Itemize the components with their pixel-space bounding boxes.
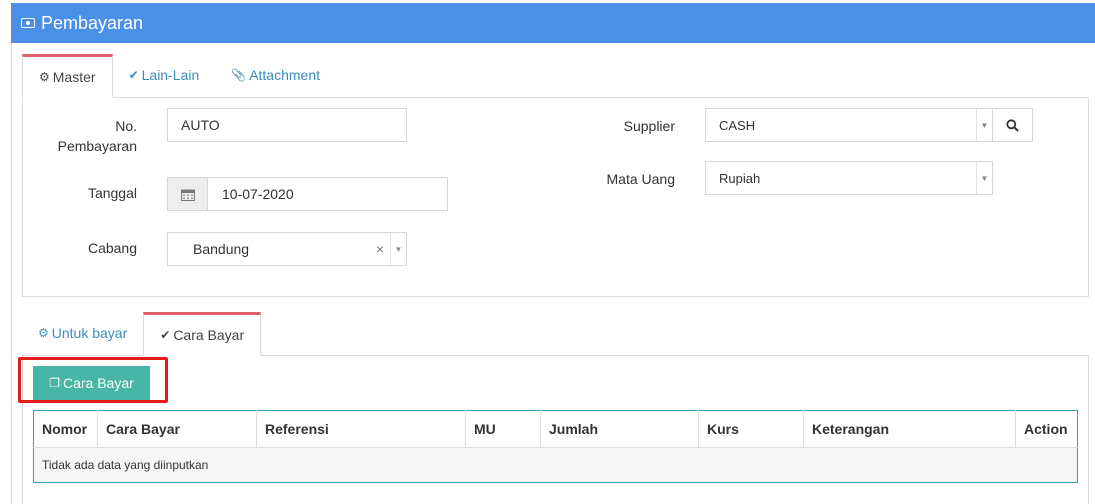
- page-title: Pembayaran: [41, 12, 144, 33]
- page-header: Pembayaran: [11, 3, 1095, 43]
- money-icon: [21, 18, 35, 28]
- top-tabs: ⚙ Master ✔ Lain-Lain 📎 Attachment: [22, 53, 336, 98]
- cabang-label: Cabang: [87, 240, 137, 256]
- paperclip-icon: 📎: [231, 68, 247, 82]
- cabang-select[interactable]: Bandung × ▼: [167, 232, 407, 266]
- bottom-tabs: ⚙ Untuk bayar ✔ Cara Bayar: [22, 311, 262, 356]
- col-keterangan: Keterangan: [803, 410, 1016, 448]
- no-pembayaran-input[interactable]: AUTO: [167, 108, 407, 142]
- cogs-icon: ⚙: [38, 326, 49, 340]
- supplier-search-button[interactable]: [992, 108, 1033, 142]
- mata-uang-select[interactable]: Rupiah ▼: [705, 161, 993, 195]
- no-pembayaran-label: No. Pembayaran: [57, 118, 137, 154]
- search-icon: [1006, 118, 1019, 132]
- check-circle-icon: ✔: [160, 328, 171, 342]
- tab-lain-lain[interactable]: ✔ Lain-Lain: [113, 53, 216, 97]
- supplier-label: Supplier: [623, 118, 675, 134]
- col-nomor: Nomor: [33, 410, 98, 448]
- tab-master[interactable]: ⚙ Master: [22, 54, 113, 98]
- clear-icon[interactable]: ×: [376, 233, 384, 265]
- tab-untuk-bayar[interactable]: ⚙ Untuk bayar: [22, 311, 143, 355]
- col-referensi: Referensi: [256, 410, 466, 448]
- tanggal-label: Tanggal: [87, 185, 137, 201]
- col-mu: MU: [465, 410, 541, 448]
- cogs-icon: ⚙: [39, 70, 50, 84]
- empty-message: Tidak ada data yang diinputkan: [33, 447, 1078, 483]
- tab-cara-bayar[interactable]: ✔ Cara Bayar: [143, 312, 262, 356]
- col-action: Action: [1015, 410, 1078, 448]
- chevron-down-icon[interactable]: ▼: [976, 109, 992, 141]
- tanggal-input[interactable]: 10-07-2020: [167, 177, 448, 211]
- chevron-down-icon[interactable]: ▼: [390, 233, 406, 265]
- chevron-down-icon[interactable]: ▼: [976, 162, 992, 194]
- mata-uang-label: Mata Uang: [606, 171, 675, 187]
- col-cara-bayar: Cara Bayar: [97, 410, 257, 448]
- copy-icon: ❐: [49, 376, 60, 390]
- col-kurs: Kurs: [698, 410, 804, 448]
- add-cara-bayar-button[interactable]: ❐ Cara Bayar: [33, 366, 150, 400]
- table-header-row: Nomor Cara Bayar Referensi MU Jumlah Kur…: [33, 410, 1078, 448]
- supplier-select[interactable]: CASH ▼: [705, 108, 993, 142]
- calendar-icon[interactable]: [168, 178, 208, 210]
- tab-attachment[interactable]: 📎 Attachment: [215, 53, 336, 97]
- check-circle-icon: ✔: [128, 68, 139, 82]
- col-jumlah: Jumlah: [540, 410, 699, 448]
- cara-bayar-table: Nomor Cara Bayar Referensi MU Jumlah Kur…: [33, 410, 1078, 483]
- table-row: Tidak ada data yang diinputkan: [33, 447, 1078, 483]
